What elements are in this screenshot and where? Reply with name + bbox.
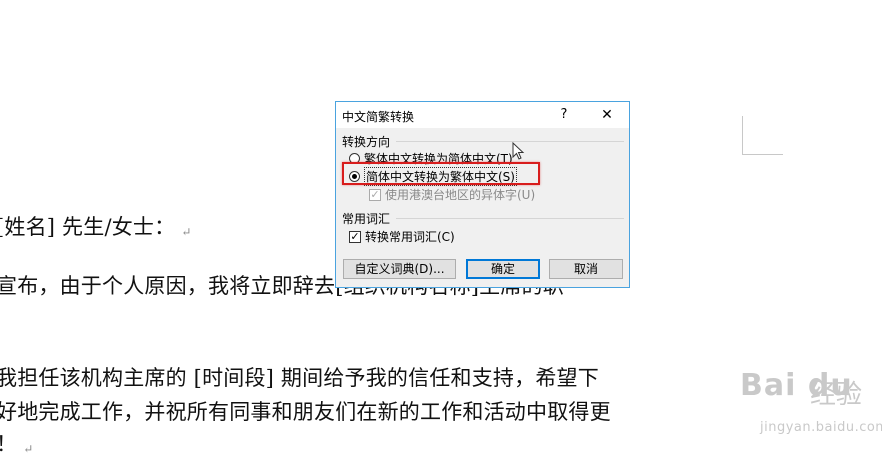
doc-line-salutation[interactable]: [姓名] 先生/女士： ↵ (0, 211, 192, 241)
doc-line-ending[interactable]: ！↵ (0, 428, 33, 458)
page-margin-corner (742, 116, 783, 155)
mouse-cursor-icon (512, 142, 525, 160)
annotation-highlight-box (342, 162, 540, 185)
doc-line-text: ！ (0, 432, 17, 456)
doc-line-text: 我担任该机构主席的 [时间段] 期间给予我的信任和支持，希望下 (0, 366, 599, 390)
help-icon[interactable]: ? (554, 105, 574, 125)
checkbox-hk-tw-variants[interactable]: ✓ 使用港澳台地区的异体字(U) (369, 186, 535, 203)
doc-line-wishes[interactable]: 好地完成工作，并祝所有同事和朋友们在新的工作和活动中取得更 (0, 396, 611, 426)
doc-line-text: [姓名] 先生/女士： (0, 215, 176, 239)
cancel-button[interactable]: 取消 (549, 259, 623, 279)
ok-button[interactable]: 确定 (466, 259, 540, 279)
checkbox-label: 转换常用词汇(C) (365, 230, 455, 244)
dialog-title: 中文简繁转换 (342, 110, 415, 124)
checkbox-label: 使用港澳台地区的异体字(U) (385, 188, 536, 202)
close-icon[interactable]: ✕ (596, 105, 618, 125)
common-words-group-label: 常用词汇 (342, 212, 391, 226)
doc-line-thanks[interactable]: 我担任该机构主席的 [时间段] 期间给予我的信任和支持，希望下 (0, 362, 599, 392)
custom-dictionary-button[interactable]: 自定义词典(D)... (343, 259, 456, 279)
baidu-jingyan-watermark: Bai du 经验 jingyan.baidu.com (720, 360, 882, 460)
checkbox-checked-disabled-icon[interactable]: ✓ (369, 188, 381, 201)
watermark-url: jingyan.baidu.com (760, 420, 882, 435)
group-divider (396, 141, 624, 142)
group-divider (396, 218, 624, 219)
doc-line-text: 好地完成工作，并祝所有同事和朋友们在新的工作和活动中取得更 (0, 400, 611, 424)
chinese-conversion-dialog: 中文简繁转换 ? ✕ 转换方向 繁体中文转换为简体中文(T) 简体中文转换为繁体… (335, 101, 630, 288)
dialog-titlebar[interactable]: 中文简繁转换 ? ✕ (336, 102, 629, 128)
checkbox-convert-common-words[interactable]: ✓ 转换常用词汇(C) (349, 228, 455, 245)
watermark-brand: 经验 (810, 380, 863, 410)
paragraph-mark-icon: ↵ (23, 442, 34, 456)
checkbox-checked-icon[interactable]: ✓ (349, 230, 361, 243)
direction-group-label: 转换方向 (342, 135, 391, 149)
paragraph-mark-icon: ↵ (181, 225, 192, 239)
